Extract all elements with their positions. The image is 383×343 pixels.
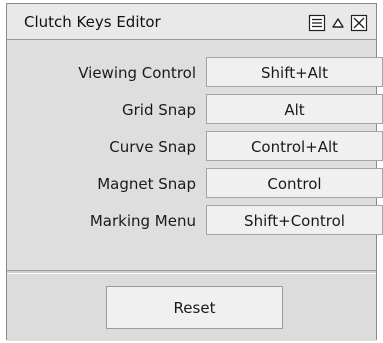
curve-snap-key-button[interactable]: Control+Alt	[206, 131, 383, 161]
grid-snap-label: Grid Snap	[122, 101, 196, 119]
curve-snap-label: Curve Snap	[109, 138, 196, 156]
row-viewing-control: Viewing Control Shift+Alt	[7, 57, 383, 90]
clutch-keys-editor-window: Clutch Keys Editor Viewing Control Shift…	[6, 3, 383, 341]
marking-menu-key-button[interactable]: Shift+Control	[206, 205, 383, 235]
magnet-snap-key-button[interactable]: Control	[206, 168, 383, 198]
row-curve-snap: Curve Snap Control+Alt	[7, 131, 383, 164]
marking-menu-label: Marking Menu	[89, 212, 196, 230]
titlebar: Clutch Keys Editor	[7, 4, 376, 40]
viewing-control-key-button[interactable]: Shift+Alt	[206, 57, 383, 87]
menu-icon[interactable]	[308, 14, 326, 32]
row-marking-menu: Marking Menu Shift+Control	[7, 205, 383, 238]
reset-button[interactable]: Reset	[106, 286, 283, 329]
titlebar-controls	[308, 13, 368, 32]
footer: Reset	[7, 274, 376, 341]
viewing-control-label: Viewing Control	[78, 64, 196, 82]
row-magnet-snap: Magnet Snap Control	[7, 168, 383, 201]
row-grid-snap: Grid Snap Alt	[7, 94, 383, 127]
clutch-keys-list: Viewing Control Shift+Alt Grid Snap Alt …	[7, 40, 383, 270]
magnet-snap-label: Magnet Snap	[97, 175, 196, 193]
collapse-icon[interactable]	[331, 16, 345, 30]
window-title: Clutch Keys Editor	[24, 13, 161, 31]
grid-snap-key-button[interactable]: Alt	[206, 94, 383, 124]
close-icon[interactable]	[350, 14, 368, 32]
